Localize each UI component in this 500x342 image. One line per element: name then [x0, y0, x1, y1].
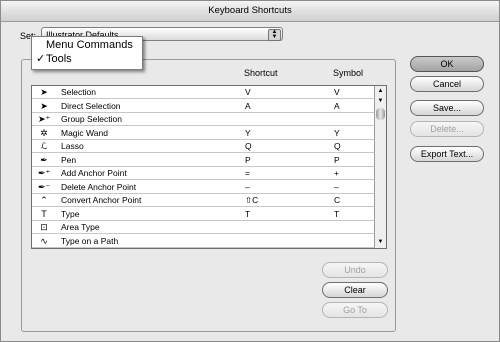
shortcut-cell[interactable]: V	[245, 87, 251, 97]
symbol-cell: P	[334, 154, 340, 165]
tool-name: Lasso	[61, 141, 84, 151]
tool-name: Convert Anchor Point	[61, 195, 142, 205]
symbol-cell: Y	[334, 127, 340, 138]
scroll-up-arrow-icon[interactable]: ▲	[376, 87, 385, 96]
symbol-cell: –	[334, 181, 339, 192]
save-button[interactable]: Save...	[410, 100, 484, 116]
scroll-down-arrow-icon[interactable]: ▼	[376, 97, 385, 106]
tool-name: Area Type	[61, 222, 100, 232]
column-header-shortcut: Shortcut	[244, 68, 278, 78]
table-row[interactable]: ➤ Selection V V	[32, 86, 375, 99]
menu-item-tools[interactable]: ✓ Tools	[32, 52, 142, 67]
delete-anchor-point-icon: ✒⁻	[38, 181, 51, 192]
shortcut-cell[interactable]: Q	[245, 141, 252, 151]
lasso-icon: ℒ	[40, 141, 48, 151]
window-title: Keyboard Shortcuts	[1, 1, 499, 22]
tool-name: Type on a Path	[61, 235, 119, 246]
pen-icon: ✒	[40, 154, 48, 165]
shortcut-type-menu: Menu Commands ✓ Tools	[31, 36, 143, 70]
table-row[interactable]: ➤ Direct Selection A A	[32, 100, 375, 113]
symbol-cell: V	[334, 87, 340, 97]
shortcuts-table: ➤ Selection V V ➤ Direct Selection A A ➤⁺ Group S…	[31, 85, 387, 249]
table-row[interactable]: ℒ Lasso Q Q	[32, 140, 375, 153]
shortcut-cell[interactable]: T	[245, 209, 250, 219]
scroll-down-arrow-icon[interactable]: ▼	[376, 238, 385, 247]
area-type-icon: ⊡	[40, 222, 48, 232]
table-row[interactable]: ⌃ Convert Anchor Point ⇧C C	[32, 194, 375, 207]
scrollbar-thumb[interactable]	[376, 108, 385, 120]
table-row[interactable]: ➤⁺ Group Selection	[32, 113, 375, 126]
selection-arrow-icon: ➤	[40, 87, 48, 97]
direct-selection-arrow-icon: ➤	[40, 100, 48, 111]
shortcut-cell[interactable]: P	[245, 155, 251, 165]
ok-button[interactable]: OK	[410, 56, 484, 72]
table-row[interactable]: ✒⁻ Delete Anchor Point – –	[32, 181, 375, 194]
shortcut-cell[interactable]: ⇧C	[245, 195, 258, 206]
tool-name: Direct Selection	[61, 100, 121, 111]
table-row[interactable]: ∿ Type on a Path	[32, 235, 375, 248]
keyboard-shortcuts-dialog: Keyboard Shortcuts Set: Illustrator Defa…	[0, 0, 500, 342]
symbol-cell: A	[334, 100, 340, 111]
table-row[interactable]: ⊡ Area Type	[32, 221, 375, 234]
tool-name: Type	[61, 208, 80, 219]
convert-anchor-point-icon: ⌃	[40, 195, 48, 205]
go-to-button[interactable]: Go To	[322, 302, 388, 318]
tool-name: Magic Wand	[61, 127, 108, 138]
cancel-button[interactable]: Cancel	[410, 76, 484, 92]
menu-item-label: Menu Commands	[46, 39, 133, 51]
table-row[interactable]: ✒⁺ Add Anchor Point = +	[32, 167, 375, 180]
shortcut-cell[interactable]: Y	[245, 128, 251, 138]
table-row[interactable]: ✒ Pen P P	[32, 154, 375, 167]
tool-name: Group Selection	[61, 114, 122, 124]
column-header-symbol: Symbol	[333, 68, 364, 78]
menu-item-label: Tools	[46, 53, 72, 65]
updown-arrows-icon: ▲ ▼	[268, 29, 281, 41]
delete-button[interactable]: Delete...	[410, 121, 484, 137]
type-icon: T	[41, 208, 47, 219]
symbol-cell: C	[334, 195, 341, 205]
magic-wand-icon: ✲	[40, 127, 48, 138]
tool-name: Selection	[61, 87, 96, 97]
table-row[interactable]: T Type T T	[32, 208, 375, 221]
shortcut-cell[interactable]: A	[245, 101, 251, 111]
add-anchor-point-icon: ✒⁺	[38, 168, 51, 178]
shortcut-cell[interactable]: –	[245, 182, 250, 192]
table-row[interactable]: ✲ Magic Wand Y Y	[32, 127, 375, 140]
shortcut-cell[interactable]: =	[245, 168, 250, 178]
symbol-cell: Q	[334, 141, 341, 151]
group-selection-arrow-icon: ➤⁺	[38, 114, 51, 124]
tool-name: Add Anchor Point	[61, 168, 127, 178]
tool-name: Pen	[61, 154, 77, 165]
menu-item-menu-commands[interactable]: Menu Commands	[32, 38, 142, 53]
clear-button[interactable]: Clear	[322, 282, 388, 298]
undo-button[interactable]: Undo	[322, 262, 388, 278]
symbol-cell: T	[334, 208, 340, 219]
tool-name: Delete Anchor Point	[61, 181, 137, 192]
export-text-button[interactable]: Export Text...	[410, 146, 484, 162]
checkmark-icon: ✓	[36, 53, 46, 65]
vertical-scrollbar[interactable]: ▲ ▼ ▼	[374, 86, 386, 248]
type-on-path-icon: ∿	[40, 235, 48, 246]
symbol-cell: +	[334, 168, 339, 178]
